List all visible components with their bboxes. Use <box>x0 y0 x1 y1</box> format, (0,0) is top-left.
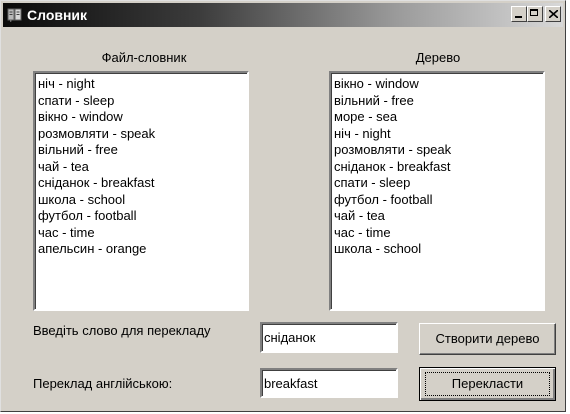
translate-button[interactable]: Перекласти <box>419 367 556 401</box>
tree-list-item[interactable]: спати - sleep <box>334 175 543 192</box>
word-input[interactable] <box>260 322 398 353</box>
word-input-label: Введіть слово для перекладу <box>33 323 211 338</box>
close-icon[interactable] <box>545 6 561 22</box>
translation-label: Переклад англійською: <box>33 376 173 391</box>
file-list-item[interactable]: школа - school <box>38 192 247 209</box>
file-list-item[interactable]: сніданок - breakfast <box>38 175 247 192</box>
tree-list-item[interactable]: вікно - window <box>334 76 543 93</box>
file-list-item[interactable]: чай - tea <box>38 159 247 176</box>
tree-list-item[interactable]: сніданок - breakfast <box>334 159 543 176</box>
tree-list-item[interactable]: ніч - night <box>334 126 543 143</box>
dictionary-app-icon <box>7 8 22 22</box>
minimize-icon[interactable] <box>511 6 527 22</box>
file-list-item[interactable]: ніч - night <box>38 76 247 93</box>
window-title: Словник <box>27 7 88 23</box>
file-list-item[interactable]: розмовляти - speak <box>38 126 247 143</box>
main-window: Словник Файл-словник ніч - night спати - … <box>0 0 566 412</box>
create-tree-button[interactable]: Створити дерево <box>419 323 556 355</box>
tree-list-item[interactable]: море - sea <box>334 109 543 126</box>
tree-list-item[interactable]: вільний - free <box>334 93 543 110</box>
maximize-icon[interactable] <box>527 6 543 22</box>
tree-list-item[interactable]: чай - tea <box>334 208 543 225</box>
file-list-item[interactable]: футбол - football <box>38 208 247 225</box>
tree-list-item[interactable]: час - time <box>334 225 543 242</box>
file-list-item[interactable]: вільний - free <box>38 142 247 159</box>
tree-list-item[interactable]: школа - school <box>334 241 543 258</box>
translate-button-label: Перекласти <box>451 376 524 391</box>
tree-list-item[interactable]: футбол - football <box>334 192 543 209</box>
create-tree-button-label: Створити дерево <box>435 331 540 346</box>
tree-list[interactable]: вікно - window вільний - free море - sea ні… <box>329 71 545 311</box>
file-list-item[interactable]: час - time <box>38 225 247 242</box>
file-list-item[interactable]: вікно - window <box>38 109 247 126</box>
tree-list-item[interactable]: розмовляти - speak <box>334 142 543 159</box>
tree-list-label: Дерево <box>415 50 461 65</box>
file-list-item[interactable]: спати - sleep <box>38 93 247 110</box>
file-list-item[interactable]: апельсин - orange <box>38 241 247 258</box>
file-dictionary-list[interactable]: ніч - night спати - sleep вікно - window ро… <box>33 71 249 311</box>
file-list-label: Файл-словник <box>101 50 187 65</box>
title-bar[interactable]: Словник <box>3 3 563 27</box>
translation-output[interactable] <box>260 368 398 398</box>
